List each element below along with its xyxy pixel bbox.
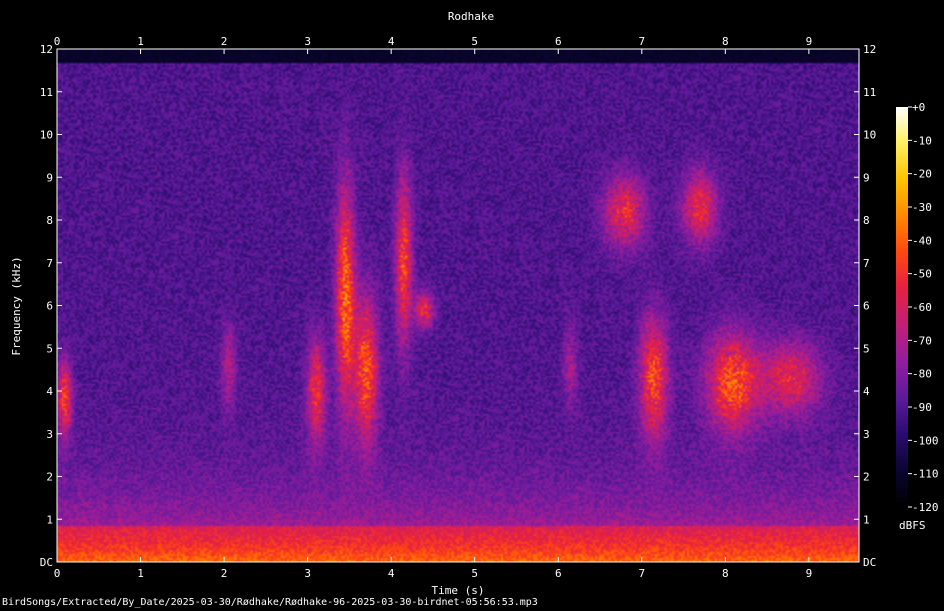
colorbar-tick-label: -50 — [912, 268, 932, 281]
x-tick-label-bottom: 2 — [221, 567, 228, 580]
file-path-caption: BirdSongs/Extracted/By_Date/2025-03-30/R… — [2, 597, 538, 608]
y-tick-label-right: 4 — [863, 385, 870, 398]
y-axis-label: Frequency (kHz) — [10, 256, 23, 355]
y-tick-label-left: 4 — [46, 385, 53, 398]
x-tick-label-top: 8 — [722, 35, 729, 48]
y-tick-label-left: 2 — [46, 471, 53, 484]
colorbar-tick-label: -30 — [912, 201, 932, 214]
colorbar-tick-label: -10 — [912, 134, 932, 147]
colorbar-tick-label: -80 — [912, 368, 932, 381]
x-tick-label-top: 5 — [471, 35, 478, 48]
y-tick-label-right: 6 — [863, 300, 870, 313]
colorbar-tick-label: -40 — [912, 234, 932, 247]
spectrogram-figure: Rodhake 0123456789 0123456789 DC 1 2 3 4 5 6 7 8… — [0, 0, 944, 611]
x-tick-label-bottom: 4 — [388, 567, 395, 580]
spectrogram-chart: Rodhake 0123456789 0123456789 DC12345678… — [10, 10, 939, 597]
x-tick-label-bottom: 3 — [304, 567, 311, 580]
colorbar — [896, 107, 908, 507]
colorbar-tick-label: -60 — [912, 301, 932, 314]
y-tick-label-right: 3 — [863, 428, 870, 441]
y-tick-label-right: 9 — [863, 171, 870, 184]
y-tick-label-right: 1 — [863, 513, 870, 526]
y-tick-label-left: 7 — [46, 257, 53, 270]
y-tick-label-right: 2 — [863, 471, 870, 484]
y-tick-label-right: 7 — [863, 257, 870, 270]
x-tick-label-bottom: 5 — [471, 567, 478, 580]
colorbar-tick-label: -20 — [912, 168, 932, 181]
spectrogram-heatmap — [57, 49, 859, 562]
y-tick-label-right: 11 — [863, 86, 876, 99]
colorbar-tick-label: -110 — [912, 468, 939, 481]
x-tick-label-bottom: 9 — [806, 567, 813, 580]
y-tick-label-right: 5 — [863, 342, 870, 355]
colorbar-ticks: +0 -10 -20 -30 -40 -50 -60 -70 -80 -90 -100 -110 -12… — [908, 101, 939, 514]
x-tick-label-bottom: 0 — [54, 567, 61, 580]
colorbar-label: dBFS — [899, 519, 926, 532]
x-tick-label-top: 1 — [137, 35, 144, 48]
y-tick-label-right: 10 — [863, 129, 876, 142]
x-tick-label-top: 0 — [54, 35, 61, 48]
colorbar-tick-label: -100 — [912, 434, 939, 447]
y-tick-label-left: 12 — [40, 43, 53, 56]
x-tick-label-top: 2 — [221, 35, 228, 48]
x-tick-label-bottom: 1 — [137, 567, 144, 580]
y-tick-label-left: DC — [40, 556, 53, 569]
y-tick-label-right: 8 — [863, 214, 870, 227]
y-tick-label-left: 11 — [40, 86, 53, 99]
y-tick-label-left: 10 — [40, 129, 53, 142]
y-tick-label-left: 8 — [46, 214, 53, 227]
x-tick-label-bottom: 7 — [638, 567, 645, 580]
y-tick-label-left: 9 — [46, 171, 53, 184]
x-tick-label-bottom: 6 — [555, 567, 562, 580]
colorbar-tick-label: -90 — [912, 401, 932, 414]
chart-title: Rodhake — [448, 10, 494, 23]
x-tick-label-top: 9 — [806, 35, 813, 48]
x-tick-label-top: 6 — [555, 35, 562, 48]
x-tick-label-top: 7 — [638, 35, 645, 48]
x-tick-label-bottom: 8 — [722, 567, 729, 580]
colorbar-tick-label: -120 — [912, 501, 939, 514]
colorbar-tick-label: -70 — [912, 334, 932, 347]
y-tick-label-left: 3 — [46, 428, 53, 441]
x-tick-label-top: 3 — [304, 35, 311, 48]
x-axis-label: Time (s) — [432, 584, 485, 597]
y-tick-label-right: DC — [863, 556, 876, 569]
y-tick-label-left: 1 — [46, 513, 53, 526]
y-tick-label-right: 12 — [863, 43, 876, 56]
y-tick-label-left: 5 — [46, 342, 53, 355]
x-tick-label-top: 4 — [388, 35, 395, 48]
colorbar-tick-label: +0 — [912, 101, 925, 114]
y-tick-label-left: 6 — [46, 300, 53, 313]
